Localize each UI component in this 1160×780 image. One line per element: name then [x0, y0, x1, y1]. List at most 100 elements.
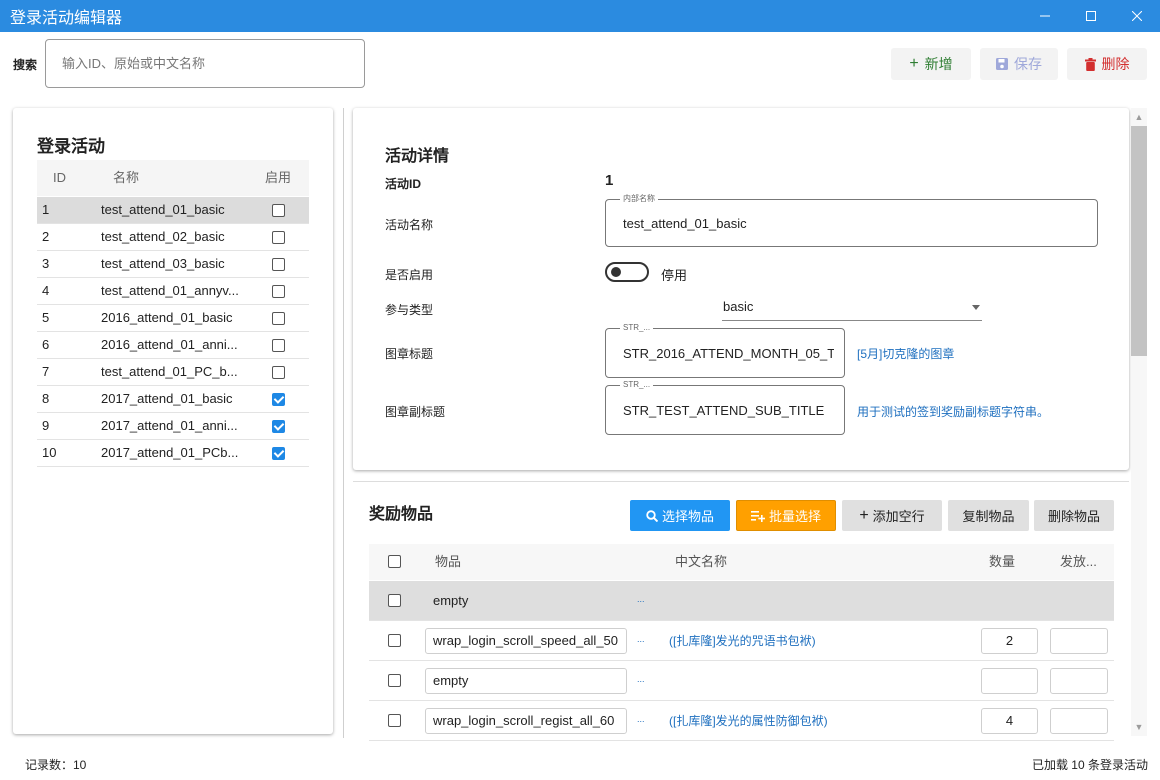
dist-input[interactable] — [1050, 668, 1108, 694]
copy-item-button[interactable]: 复制物品 — [948, 500, 1029, 531]
save-button-label: 保存 — [1014, 56, 1042, 72]
search-label: 搜索 — [13, 58, 38, 72]
maximize-button[interactable] — [1068, 0, 1114, 32]
save-button[interactable]: 保存 — [980, 48, 1058, 80]
table-row[interactable]: 5 2016_attend_01_basic — [37, 305, 309, 332]
column-header-cn-name[interactable]: 中文名称 — [675, 544, 727, 580]
toggle-knob — [611, 267, 621, 277]
row-id: 10 — [42, 445, 57, 460]
table-row[interactable]: 8 2017_attend_01_basic — [37, 386, 309, 413]
row-name: 2017_attend_01_PCb... — [101, 445, 239, 460]
table-row[interactable]: empty ... — [369, 581, 1114, 621]
enabled-checkbox[interactable] — [272, 366, 285, 379]
add-empty-row-label: 添加空行 — [872, 509, 925, 524]
qty-input[interactable]: 2 — [981, 628, 1038, 654]
select-all-checkbox[interactable] — [388, 555, 401, 568]
column-header-id[interactable]: ID — [53, 160, 66, 196]
enabled-checkbox[interactable] — [272, 285, 285, 298]
item-cn-name: ([扎库隆]发光的属性防御包袱) — [669, 714, 828, 728]
activity-name-field[interactable]: 内部名称 test_attend_01_basic — [605, 194, 1098, 247]
minimize-button[interactable] — [1022, 0, 1068, 32]
vertical-scrollbar[interactable]: ▲ ▼ — [1131, 108, 1147, 736]
remove-item-button[interactable]: 删除物品 — [1034, 500, 1114, 531]
stamp-title-field[interactable]: STR_... STR_2016_ATTEND_MONTH_05_TITL — [605, 323, 845, 378]
enabled-checkbox[interactable] — [272, 447, 285, 460]
participation-type-value: basic — [723, 299, 754, 314]
enabled-checkbox[interactable] — [272, 258, 285, 271]
enabled-checkbox[interactable] — [272, 204, 285, 217]
column-header-name[interactable]: 名称 — [113, 160, 139, 196]
enabled-checkbox[interactable] — [272, 420, 285, 433]
row-checkbox[interactable] — [388, 674, 401, 687]
row-id: 8 — [42, 391, 50, 406]
activity-table-body: 1 test_attend_01_basic 2 test_attend_02_ba… — [37, 197, 309, 467]
row-id: 5 — [42, 310, 50, 325]
add-button-label: 新增 — [924, 56, 953, 72]
add-empty-row-button[interactable]: + 添加空行 — [842, 500, 942, 531]
qty-input[interactable] — [981, 668, 1038, 694]
item-lookup-link[interactable]: ... — [637, 714, 645, 724]
dist-input[interactable] — [1050, 628, 1108, 654]
scroll-up-icon[interactable]: ▲ — [1131, 109, 1147, 125]
pick-item-button[interactable]: 选择物品 — [630, 500, 730, 531]
table-row[interactable]: 2 test_attend_02_basic — [37, 224, 309, 251]
enabled-checkbox[interactable] — [272, 393, 285, 406]
delete-button-label: 删除 — [1101, 56, 1130, 72]
table-row[interactable]: 1 test_attend_01_basic — [37, 197, 309, 224]
row-id: 1 — [42, 202, 50, 217]
participation-type-select[interactable]: basic — [722, 297, 982, 321]
maximize-icon — [1086, 11, 1096, 21]
enabled-checkbox[interactable] — [272, 231, 285, 244]
row-name: test_attend_03_basic — [101, 256, 225, 271]
row-id: 6 — [42, 337, 50, 352]
activity-list-panel: 登录活动 ID 名称 启用 1 test_attend_01_basic 2 tes… — [13, 108, 333, 734]
item-code-input[interactable]: wrap_login_scroll_regist_all_60 — [425, 708, 627, 734]
close-button[interactable] — [1114, 0, 1160, 32]
item-lookup-link[interactable]: ... — [637, 594, 645, 604]
search-input[interactable] — [45, 39, 365, 88]
table-row[interactable]: wrap_login_scroll_speed_all_50 ... ([扎库隆… — [369, 621, 1114, 661]
enabled-checkbox[interactable] — [272, 312, 285, 325]
table-row[interactable]: wrap_login_scroll_regist_all_60 ... ([扎库… — [369, 701, 1114, 741]
trash-icon — [1084, 57, 1096, 71]
dropdown-arrow-icon — [972, 305, 980, 310]
row-id: 3 — [42, 256, 50, 271]
row-checkbox[interactable] — [388, 594, 401, 607]
panel-splitter[interactable] — [343, 108, 344, 738]
item-code: empty — [433, 593, 469, 608]
column-header-dist[interactable]: 发放... — [1060, 544, 1097, 580]
item-code-input[interactable]: wrap_login_scroll_speed_all_50 — [425, 628, 627, 654]
delete-button[interactable]: 删除 — [1067, 48, 1147, 80]
remove-item-label: 删除物品 — [1047, 509, 1100, 524]
enabled-label: 是否启用 — [385, 268, 434, 282]
table-row[interactable]: 6 2016_attend_01_anni... — [37, 332, 309, 359]
column-header-enabled[interactable]: 启用 — [265, 160, 291, 196]
table-row[interactable]: 7 test_attend_01_PC_b... — [37, 359, 309, 386]
stamp-subtitle-field[interactable]: STR_... STR_TEST_ATTEND_SUB_TITLE — [605, 380, 845, 435]
row-checkbox[interactable] — [388, 714, 401, 727]
column-header-item[interactable]: 物品 — [435, 544, 461, 580]
table-row[interactable]: 10 2017_attend_01_PCb... — [37, 440, 309, 467]
table-row[interactable]: 4 test_attend_01_annyv... — [37, 278, 309, 305]
item-cn-name: ([扎库隆]发光的咒语书包袱) — [669, 634, 816, 648]
table-row[interactable]: 9 2017_attend_01_anni... — [37, 413, 309, 440]
table-row[interactable]: empty ... — [369, 661, 1114, 701]
scroll-down-icon[interactable]: ▼ — [1131, 719, 1147, 735]
rewards-title: 奖励物品 — [369, 506, 434, 523]
enabled-checkbox[interactable] — [272, 339, 285, 352]
table-row[interactable]: 3 test_attend_03_basic — [37, 251, 309, 278]
batch-select-button[interactable]: 批量选择 — [736, 500, 836, 531]
row-checkbox[interactable] — [388, 634, 401, 647]
scrollbar-thumb[interactable] — [1131, 126, 1147, 356]
item-lookup-link[interactable]: ... — [637, 674, 645, 684]
item-lookup-link[interactable]: ... — [637, 634, 645, 644]
qty-input[interactable]: 4 — [981, 708, 1038, 734]
enabled-toggle[interactable] — [605, 262, 649, 282]
column-header-qty[interactable]: 数量 — [989, 544, 1015, 580]
rewards-panel: 奖励物品 选择物品 批量选择 + 添加空行 复制物品 删除物品 物品 中文名称 … — [353, 481, 1129, 741]
dist-input[interactable] — [1050, 708, 1108, 734]
add-button[interactable]: + 新增 — [891, 48, 971, 80]
pick-item-label: 选择物品 — [661, 509, 714, 524]
participation-type-label: 参与类型 — [385, 303, 434, 317]
item-code-input[interactable]: empty — [425, 668, 627, 694]
